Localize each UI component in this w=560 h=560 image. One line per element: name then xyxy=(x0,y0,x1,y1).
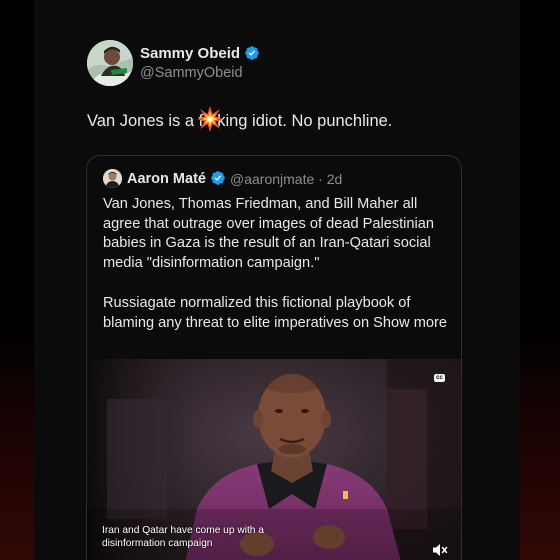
volume-muted-icon[interactable] xyxy=(432,543,448,557)
quoted-author-name-text[interactable]: Aaron Maté xyxy=(127,171,206,187)
quoted-tweet-card[interactable]: Aaron Maté @aaronjmate · 2d Van Jones, T… xyxy=(86,155,462,560)
quoted-paragraph-2-text: Russiagate normalized this fictional pla… xyxy=(103,294,411,331)
verified-badge-icon xyxy=(211,171,225,185)
quoted-paragraph-2: Russiagate normalized this fictional pla… xyxy=(103,294,451,333)
screen: Sammy Obeid @SammyObeid Van Jones is a f… xyxy=(0,0,560,560)
collision-emoji xyxy=(197,106,224,132)
closed-captions-button[interactable]: cc xyxy=(434,374,445,382)
right-backdrop xyxy=(520,0,560,560)
tweet-text-start: Van Jones is a f xyxy=(87,112,204,130)
quoted-author-handle-and-time[interactable]: @aaronjmate · 2d xyxy=(230,171,342,187)
caption-line-2: disinformation campaign xyxy=(102,537,213,549)
left-backdrop xyxy=(0,0,34,560)
tweet-text: Van Jones is a f king idiot. No punchlin… xyxy=(87,106,393,132)
caption-line-1: Iran and Qatar have come up with a xyxy=(102,525,264,536)
show-more-link[interactable]: Show more xyxy=(373,315,447,331)
quoted-tweet-text: Van Jones, Thomas Friedman, and Bill Mah… xyxy=(103,195,451,333)
quoted-author-name[interactable]: Aaron Maté xyxy=(127,170,226,187)
author-name-text[interactable]: Sammy Obeid xyxy=(140,45,240,62)
video-caption: Iran and Qatar have come up with a disin… xyxy=(102,525,322,550)
author-handle[interactable]: @SammyObeid xyxy=(140,65,243,81)
verified-badge-icon xyxy=(245,46,259,60)
author-name[interactable]: Sammy Obeid xyxy=(140,45,260,62)
video-player[interactable]: cc Iran and Qatar have come up with a di… xyxy=(87,359,461,560)
quoted-author-avatar[interactable] xyxy=(103,169,122,188)
quoted-paragraph-1: Van Jones, Thomas Friedman, and Bill Mah… xyxy=(103,196,435,272)
author-avatar[interactable] xyxy=(87,40,133,86)
tweet-text-end: king idiot. No punchline. xyxy=(217,112,393,130)
